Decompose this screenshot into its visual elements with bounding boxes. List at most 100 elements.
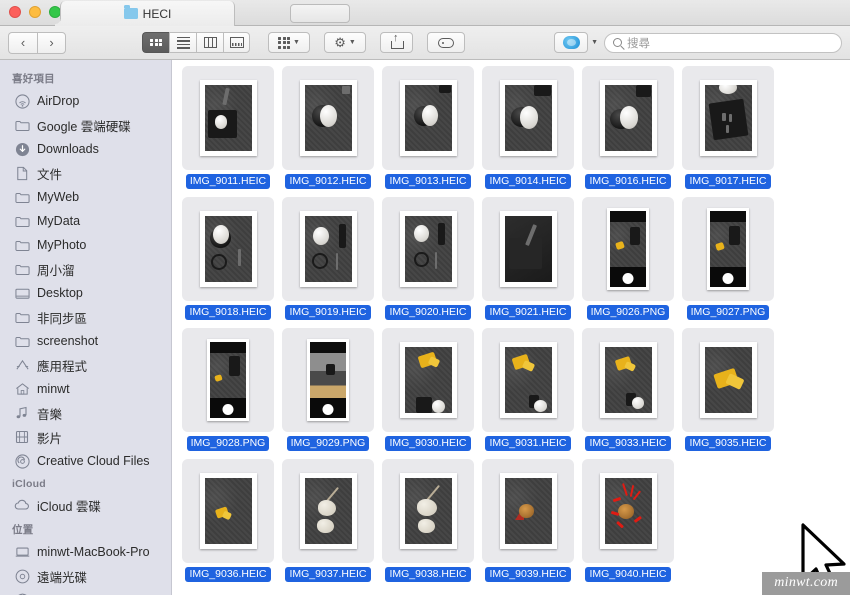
- sidebar-item-network[interactable]: 網路: [0, 588, 171, 595]
- file-item[interactable]: IMG_9019.HEIC: [278, 197, 378, 324]
- thumbnail: [282, 197, 374, 301]
- new-tab-button[interactable]: [290, 4, 350, 23]
- sidebar-item-label: minwt-MacBook-Pro: [37, 545, 150, 559]
- thumbnail: [182, 66, 274, 170]
- file-item[interactable]: IMG_9036.HEIC: [178, 459, 278, 586]
- file-item[interactable]: IMG_9018.HEIC: [178, 197, 278, 324]
- file-item[interactable]: IMG_9029.PNG: [278, 328, 378, 455]
- folder-icon: [124, 8, 138, 19]
- sidebar-item-desktop[interactable]: Desktop: [0, 281, 171, 305]
- folder-icon: [14, 213, 30, 229]
- sidebar-item-label: Google 雲端硬碟: [37, 116, 131, 135]
- chevron-down-icon: ▼: [293, 39, 300, 46]
- file-item[interactable]: IMG_9011.HEIC: [178, 66, 278, 193]
- thumbnail: [382, 66, 474, 170]
- file-item[interactable]: IMG_9030.HEIC: [378, 328, 478, 455]
- file-label: IMG_9040.HEIC: [585, 567, 670, 582]
- sidebar-item-label: Downloads: [37, 142, 99, 156]
- column-view-button[interactable]: [196, 32, 223, 53]
- sidebar-item-documents[interactable]: 文件: [0, 161, 171, 185]
- file-label: IMG_9026.PNG: [587, 305, 670, 320]
- file-item[interactable]: IMG_9031.HEIC: [478, 328, 578, 455]
- file-item[interactable]: IMG_9037.HEIC: [278, 459, 378, 586]
- search-input[interactable]: 搜尋: [627, 35, 650, 51]
- sidebar-section-locations-title: 位置: [0, 517, 171, 540]
- sidebar-item-zhouxiaoliu[interactable]: 周小溜: [0, 257, 171, 281]
- creative-cloud-icon: [14, 453, 30, 469]
- tag-button[interactable]: [427, 32, 465, 53]
- file-item[interactable]: IMG_9013.HEIC: [378, 66, 478, 193]
- sidebar-item-airdrop[interactable]: AirDrop: [0, 89, 171, 113]
- file-item[interactable]: IMG_9016.HEIC: [578, 66, 678, 193]
- sidebar-item-macbook-pro[interactable]: minwt-MacBook-Pro: [0, 540, 171, 564]
- gallery-view-button[interactable]: [223, 32, 250, 53]
- sidebar-item-creative-cloud-files[interactable]: Creative Cloud Files: [0, 449, 171, 473]
- sidebar-item-label: iCloud 雲碟: [37, 496, 101, 515]
- file-label: IMG_9018.HEIC: [185, 305, 270, 320]
- back-button[interactable]: ‹: [8, 32, 37, 54]
- file-item[interactable]: IMG_9028.PNG: [178, 328, 278, 455]
- sidebar-item-label: 非同步區: [37, 308, 87, 327]
- dropbox-button[interactable]: [554, 32, 588, 53]
- sidebar-item-label: 遠端光碟: [37, 567, 87, 586]
- sidebar-item-screenshot[interactable]: screenshot: [0, 329, 171, 353]
- sidebar-item-google-drive[interactable]: Google 雲端硬碟: [0, 113, 171, 137]
- sidebar-item-myphoto[interactable]: MyPhoto: [0, 233, 171, 257]
- share-button[interactable]: [380, 32, 413, 53]
- sidebar-item-downloads[interactable]: Downloads: [0, 137, 171, 161]
- file-label: IMG_9017.HEIC: [685, 174, 770, 189]
- action-button[interactable]: ⚙ ▼: [324, 32, 366, 53]
- gear-icon: ⚙: [334, 36, 346, 49]
- sidebar-item-icloud-drive[interactable]: iCloud 雲碟: [0, 493, 171, 517]
- file-item[interactable]: IMG_9012.HEIC: [278, 66, 378, 193]
- sidebar-item-label: MyPhoto: [37, 238, 86, 252]
- sidebar-item-movies[interactable]: 影片: [0, 425, 171, 449]
- movies-icon: [14, 429, 30, 445]
- arrange-button[interactable]: ▼: [268, 32, 310, 53]
- close-button[interactable]: [9, 6, 21, 18]
- sidebar-item-myweb[interactable]: MyWeb: [0, 185, 171, 209]
- file-label: IMG_9037.HEIC: [285, 567, 370, 582]
- file-item[interactable]: IMG_9038.HEIC: [378, 459, 478, 586]
- thumbnail: [282, 459, 374, 563]
- icon-view-button[interactable]: [142, 32, 169, 53]
- file-item-empty: [678, 459, 778, 586]
- file-item[interactable]: IMG_9040.HEIC: [578, 459, 678, 586]
- dropbox-menu[interactable]: ▼: [554, 32, 598, 53]
- file-label: IMG_9033.HEIC: [585, 436, 670, 451]
- window-body: 喜好項目 AirDrop Google 雲端硬碟 Downloads 文件 My…: [0, 60, 850, 595]
- sidebar-item-remote-disc[interactable]: 遠端光碟: [0, 564, 171, 588]
- file-item[interactable]: IMG_9017.HEIC: [678, 66, 778, 193]
- sidebar-section-favorites-title: 喜好項目: [0, 66, 171, 89]
- folder-icon: [14, 309, 30, 325]
- chevron-down-icon: ▼: [349, 39, 356, 46]
- minimize-button[interactable]: [29, 6, 41, 18]
- sidebar-item-minwt-home[interactable]: minwt: [0, 377, 171, 401]
- thumbnail: [282, 66, 374, 170]
- file-item[interactable]: IMG_9035.HEIC: [678, 328, 778, 455]
- file-item[interactable]: IMG_9033.HEIC: [578, 328, 678, 455]
- sidebar-item-nonsync[interactable]: 非同步區: [0, 305, 171, 329]
- file-item[interactable]: IMG_9026.PNG: [578, 197, 678, 324]
- list-view-button[interactable]: [169, 32, 196, 53]
- file-item[interactable]: IMG_9027.PNG: [678, 197, 778, 324]
- file-item[interactable]: IMG_9014.HEIC: [478, 66, 578, 193]
- thumbnail: [282, 328, 374, 432]
- sidebar[interactable]: 喜好項目 AirDrop Google 雲端硬碟 Downloads 文件 My…: [0, 60, 172, 595]
- tab-strip: HECI: [60, 0, 850, 26]
- sidebar-item-music[interactable]: 音樂: [0, 401, 171, 425]
- file-item[interactable]: IMG_9020.HEIC: [378, 197, 478, 324]
- forward-button[interactable]: ›: [37, 32, 66, 54]
- file-label: IMG_9020.HEIC: [385, 305, 470, 320]
- tab-heci[interactable]: HECI: [60, 1, 235, 26]
- file-grid-area[interactable]: IMG_9011.HEIC IMG_9012.HEIC: [172, 60, 850, 595]
- file-item[interactable]: IMG_9021.HEIC: [478, 197, 578, 324]
- chevron-down-icon: ▼: [591, 39, 598, 46]
- sidebar-item-mydata[interactable]: MyData: [0, 209, 171, 233]
- file-label: IMG_9019.HEIC: [285, 305, 370, 320]
- view-mode-group: [142, 32, 250, 53]
- search-field[interactable]: 搜尋: [604, 33, 842, 53]
- sidebar-item-applications[interactable]: 應用程式: [0, 353, 171, 377]
- file-item[interactable]: IMG_9039.HEIC: [478, 459, 578, 586]
- file-label: IMG_9030.HEIC: [385, 436, 470, 451]
